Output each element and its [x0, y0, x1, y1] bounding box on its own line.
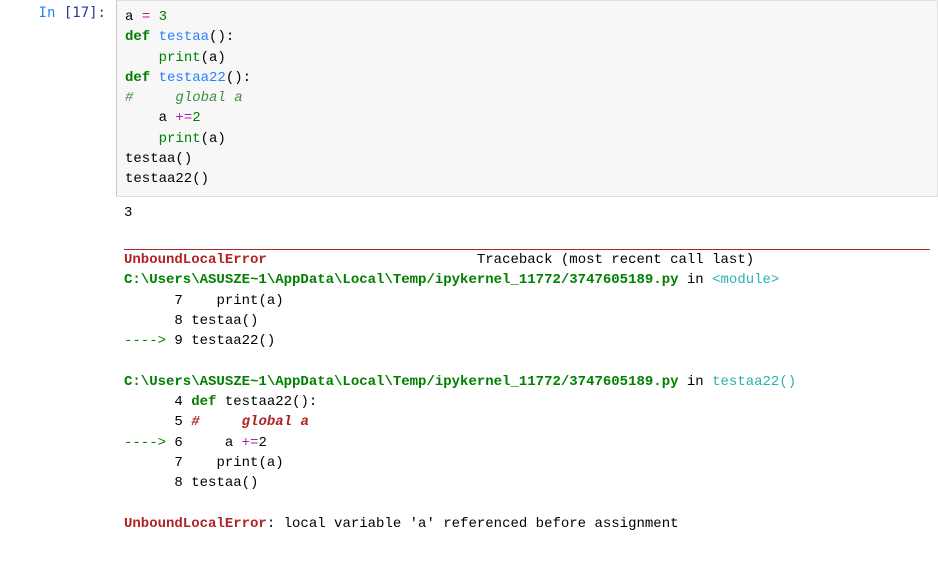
tb-code: ()	[258, 333, 275, 349]
traceback-path: C:\Users\ASUSZE~1\AppData\Local\Temp/ipy…	[124, 272, 679, 288]
code-print: print	[159, 50, 201, 66]
tb-code: #	[191, 414, 199, 430]
tb-code: print	[216, 455, 258, 471]
tb-code: (a)	[258, 293, 283, 309]
traceback-output: UnboundLocalError Traceback (most recent…	[116, 243, 938, 540]
tb-lineno: 6	[174, 435, 182, 451]
tb-code: testaa22	[225, 394, 292, 410]
code-arg: (a)	[201, 131, 226, 147]
final-error-name: UnboundLocalError	[124, 516, 267, 532]
tb-code: global a	[242, 414, 309, 430]
input-cell: In [17]: a = 3 def testaa(): print(a) de…	[0, 0, 938, 197]
tb-lineno: 7	[174, 455, 182, 471]
error-name: UnboundLocalError	[124, 252, 267, 268]
traceback-in: in	[679, 374, 713, 390]
code-def-kw: def	[125, 29, 150, 45]
tb-arrow: ---->	[124, 333, 174, 349]
code-augassign-op: +=	[175, 110, 192, 126]
traceback-in: in	[679, 272, 713, 288]
final-error-msg: : local variable 'a' referenced before a…	[267, 516, 679, 532]
tb-code: testaa	[191, 313, 241, 329]
tb-lineno: 8	[174, 475, 182, 491]
tb-code: (a)	[258, 455, 283, 471]
code-var: a	[125, 9, 133, 25]
code-paren: ():	[209, 29, 234, 45]
tb-code: def	[191, 394, 216, 410]
code-number: 3	[159, 9, 167, 25]
tb-lineno: 8	[174, 313, 182, 329]
code-input[interactable]: a = 3 def testaa(): print(a) def testaa2…	[116, 0, 938, 197]
code-var: a	[159, 110, 167, 126]
traceback-row: UnboundLocalError Traceback (most recent…	[0, 243, 938, 540]
output-spacer	[0, 243, 116, 540]
tb-code: ():	[292, 394, 317, 410]
code-assign-op: =	[142, 9, 150, 25]
code-call: testaa22	[125, 171, 192, 187]
code-print: print	[159, 131, 201, 147]
traceback-location: <module>	[712, 272, 779, 288]
code-paren: ():	[226, 70, 251, 86]
in-label: In [17]:	[39, 5, 106, 21]
traceback-path: C:\Users\ASUSZE~1\AppData\Local\Temp/ipy…	[124, 374, 679, 390]
code-def-kw: def	[125, 70, 150, 86]
code-comment: global a	[175, 90, 242, 106]
code-paren: ()	[175, 151, 192, 167]
tb-code: testaa22	[191, 333, 258, 349]
traceback-location: testaa22	[712, 374, 779, 390]
stdout-row: 3	[0, 197, 938, 229]
tb-code: 2	[258, 435, 266, 451]
tb-code: ()	[242, 475, 259, 491]
tb-lineno: 9	[174, 333, 182, 349]
code-fn-name: testaa22	[159, 70, 226, 86]
output-spacer	[0, 197, 116, 229]
stdout-text: 3	[124, 205, 132, 221]
code-arg: (a)	[201, 50, 226, 66]
tb-code: ()	[242, 313, 259, 329]
tb-code: a	[225, 435, 233, 451]
code-number: 2	[192, 110, 200, 126]
stdout-output: 3	[116, 197, 938, 229]
tb-code: print	[216, 293, 258, 309]
code-call: testaa	[125, 151, 175, 167]
code-paren: ()	[192, 171, 209, 187]
code-comment-hash: #	[125, 90, 133, 106]
tb-code: +=	[242, 435, 259, 451]
tb-lineno: 5	[174, 414, 182, 430]
input-prompt: In [17]:	[0, 0, 116, 22]
tb-lineno: 4	[174, 394, 182, 410]
tb-lineno: 7	[174, 293, 182, 309]
traceback-location-paren: ()	[779, 374, 796, 390]
traceback-header: Traceback (most recent call last)	[477, 252, 754, 268]
tb-code: testaa	[191, 475, 241, 491]
tb-arrow: ---->	[124, 435, 174, 451]
code-fn-name: testaa	[159, 29, 209, 45]
